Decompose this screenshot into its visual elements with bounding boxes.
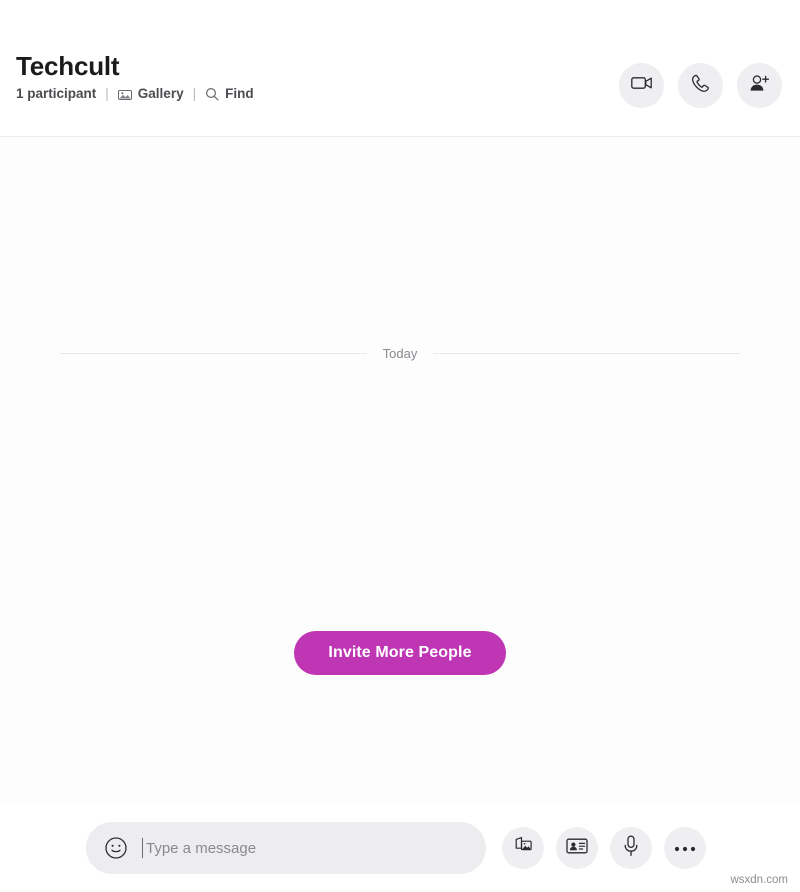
video-camera-icon <box>630 75 653 96</box>
subheader-separator-2: | <box>192 86 197 101</box>
add-people-button[interactable] <box>737 63 782 108</box>
invite-more-people-button[interactable]: Invite More People <box>294 631 506 675</box>
page-title: Techcult <box>16 51 120 81</box>
send-contact-button[interactable] <box>556 827 598 869</box>
invite-button-container: Invite More People <box>0 631 800 675</box>
watermark: wsxdn.com <box>730 874 788 886</box>
chat-header: Techcult 1 participant | Gallery | Find <box>0 0 800 137</box>
contact-card-icon <box>566 837 588 860</box>
find-link[interactable]: Find <box>225 86 254 102</box>
more-options-button[interactable] <box>664 827 706 869</box>
gallery-icon <box>117 88 132 101</box>
message-composer <box>0 804 800 892</box>
audio-call-button[interactable] <box>678 63 723 108</box>
subheader-separator-1: | <box>105 86 109 101</box>
day-divider-label: Today <box>382 346 418 361</box>
media-image-icon <box>512 836 534 861</box>
add-person-icon <box>749 74 770 98</box>
send-media-button[interactable] <box>502 827 544 869</box>
emoji-icon[interactable] <box>104 836 128 860</box>
day-divider-line-left <box>60 353 367 354</box>
day-divider-line-right <box>433 353 741 354</box>
record-audio-button[interactable] <box>610 827 652 869</box>
ellipsis-icon <box>674 839 696 857</box>
chat-header-actions <box>619 63 782 108</box>
gallery-link[interactable]: Gallery <box>138 86 184 102</box>
video-call-button[interactable] <box>619 63 664 108</box>
participant-count: 1 participant <box>16 86 97 101</box>
microphone-icon <box>623 835 639 862</box>
search-icon <box>205 87 219 101</box>
day-divider: Today <box>60 346 741 361</box>
phone-icon <box>691 74 710 98</box>
chat-header-info: Techcult 1 participant | Gallery | Find <box>16 50 254 102</box>
chat-subheader: 1 participant | Gallery | Find <box>16 86 254 102</box>
message-input[interactable] <box>142 838 468 858</box>
conversation-canvas: Today Invite More People 18:14 I am Happ… <box>0 137 800 892</box>
message-input-container[interactable] <box>86 822 486 874</box>
composer-actions <box>502 827 706 869</box>
